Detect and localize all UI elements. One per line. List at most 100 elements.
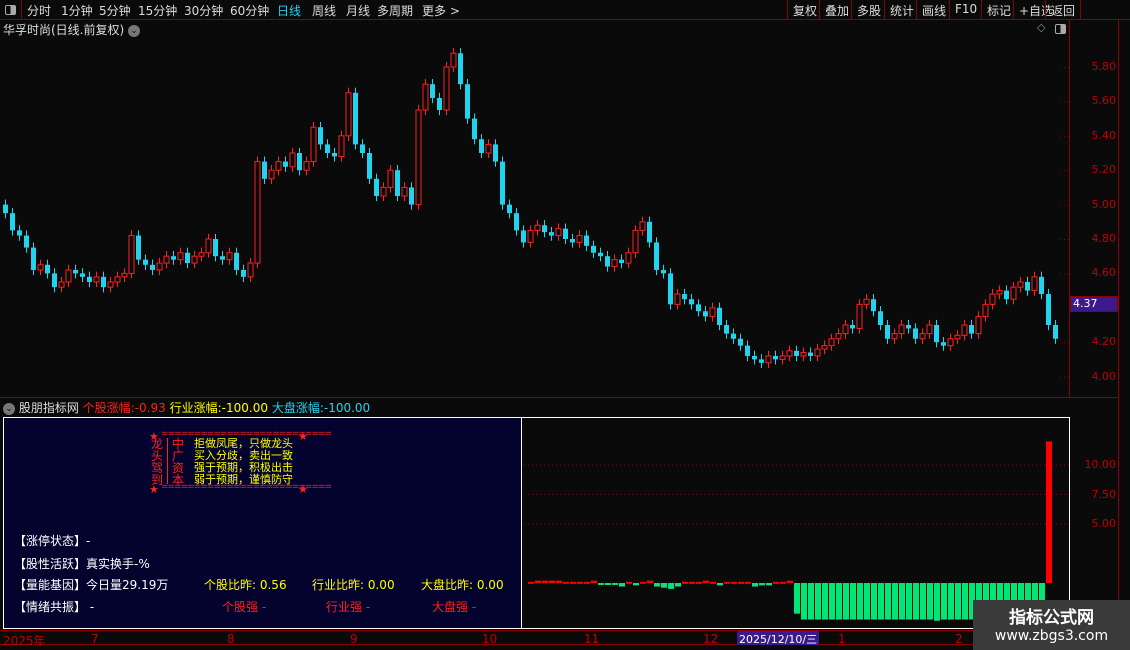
candle: [527, 225, 534, 248]
histogram-bar: [801, 583, 807, 620]
panel-toggle-button[interactable]: [0, 0, 22, 20]
price-tick: 5.20: [1091, 163, 1117, 177]
candle: [262, 156, 267, 184]
candle-body: [808, 352, 813, 356]
period-daily[interactable]: 日线: [277, 2, 301, 19]
watermark-url: www.zbgs3.com: [994, 628, 1109, 644]
restore-rights-button[interactable]: 复权: [787, 0, 822, 20]
histogram-bar: [871, 583, 877, 620]
histogram-bar: [962, 583, 968, 620]
candle-body: [689, 299, 694, 305]
candle-body: [759, 359, 764, 363]
period-5min[interactable]: 5分钟: [99, 2, 131, 19]
candle: [863, 294, 870, 310]
candle-body: [73, 269, 78, 274]
candle: [310, 122, 317, 167]
candle: [198, 247, 205, 262]
candle-body: [856, 303, 863, 329]
draw-line-button[interactable]: 画线: [916, 0, 951, 20]
period-1min[interactable]: 1分钟: [61, 2, 93, 19]
histogram-bar: [780, 581, 786, 584]
candle-body: [584, 235, 589, 246]
industry-change-value: -100.00: [221, 401, 268, 415]
period-weekly[interactable]: 周线: [312, 2, 336, 19]
candle: [947, 333, 954, 351]
candle: [878, 306, 883, 331]
candle-body: [542, 225, 547, 233]
candle-body: [619, 259, 624, 264]
statistics-button[interactable]: 统计: [884, 0, 919, 20]
price-tick: 5.00: [1091, 197, 1117, 211]
candle-body: [507, 204, 512, 214]
period-toolbar: 分时 1分钟 5分钟 15分钟 30分钟 60分钟 日线 周线 月线 多周期 更…: [0, 0, 1130, 20]
period-15min[interactable]: 15分钟: [138, 2, 177, 19]
histogram-bar: [724, 581, 730, 584]
time-label: 10: [482, 632, 498, 646]
back-button[interactable]: 返回: [1045, 0, 1082, 20]
candle-body: [1053, 325, 1058, 339]
candle: [731, 328, 736, 344]
candle: [17, 225, 22, 241]
chevron-down-icon[interactable]: ⌄: [3, 402, 15, 415]
right-side-panel[interactable]: [1118, 20, 1130, 650]
candle: [954, 330, 961, 344]
period-monthly[interactable]: 月线: [346, 2, 370, 19]
period-more[interactable]: 更多 >: [422, 2, 460, 19]
panel-toggle-icon[interactable]: [1055, 24, 1066, 34]
candle-body: [87, 276, 92, 282]
candle-body: [80, 273, 85, 277]
histogram-bar: [752, 583, 758, 587]
candle: [24, 230, 29, 253]
candle-body: [387, 169, 394, 188]
candle-body: [800, 352, 807, 357]
time-label: 9: [350, 632, 358, 646]
candle: [114, 271, 121, 288]
mark-button[interactable]: 标记: [981, 0, 1016, 20]
stock-change-label: 个股涨幅:: [82, 401, 135, 415]
candle: [65, 264, 72, 288]
diamond-icon[interactable]: ◇: [1037, 21, 1045, 34]
sidebar-toggle-icon: [5, 5, 16, 15]
chevron-down-icon[interactable]: ⌄: [128, 24, 141, 37]
candle-body: [639, 221, 646, 231]
candle: [794, 345, 799, 362]
candle-body: [752, 355, 757, 360]
candle-body: [500, 161, 505, 205]
candle: [58, 276, 65, 293]
candle: [136, 230, 141, 265]
candle: [591, 240, 596, 258]
panel-divider: [0, 397, 1118, 398]
histogram-bar: [885, 583, 891, 620]
f10-button[interactable]: F10: [949, 0, 982, 20]
candle-body: [919, 333, 926, 340]
candle: [479, 134, 484, 159]
candle: [500, 156, 505, 210]
period-multi[interactable]: 多周期: [377, 2, 413, 19]
candle-body: [241, 269, 246, 277]
indicator-name[interactable]: 股朋指标网: [19, 401, 79, 415]
candle-body: [121, 272, 128, 278]
candle-body: [430, 84, 435, 98]
candle: [800, 347, 807, 362]
candle-body: [191, 255, 198, 264]
grid-dot: [1064, 170, 1065, 172]
candle-body: [205, 238, 212, 254]
candle: [297, 147, 302, 176]
candle: [969, 319, 974, 339]
period-fenshi[interactable]: 分时: [27, 2, 51, 19]
candle-body: [422, 83, 429, 111]
candle: [1010, 282, 1017, 305]
period-60min[interactable]: 60分钟: [230, 2, 269, 19]
period-30min[interactable]: 30分钟: [184, 2, 223, 19]
candle: [647, 216, 652, 248]
grid-dot: [1064, 239, 1065, 240]
multi-stock-button[interactable]: 多股: [851, 0, 886, 20]
candle-body: [268, 169, 275, 180]
histogram-bar: [913, 583, 919, 620]
candle: [401, 182, 408, 202]
candle: [674, 288, 681, 310]
candle-body: [297, 153, 302, 171]
overlay-button[interactable]: 叠加: [819, 0, 854, 20]
candle: [303, 156, 310, 176]
candle-body: [514, 213, 519, 231]
